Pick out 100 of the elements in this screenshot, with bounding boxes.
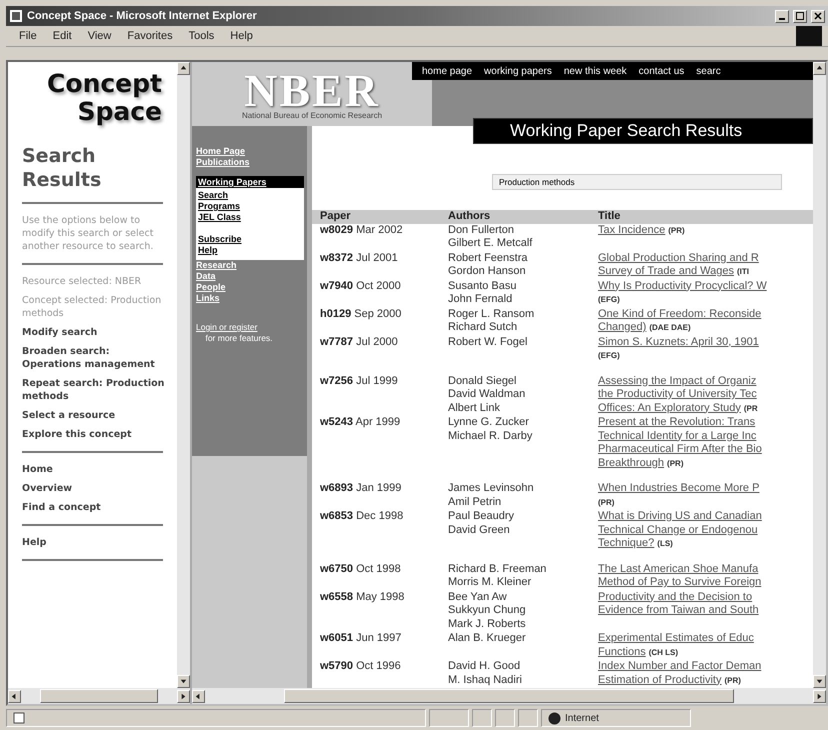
top-nav-link[interactable]: searc bbox=[696, 66, 721, 76]
title-link[interactable]: When Industries Become More P bbox=[598, 482, 813, 496]
title-link[interactable]: Survey of Trade and Wages (ITI bbox=[598, 265, 813, 278]
author-name: Mark J. Roberts bbox=[448, 618, 527, 631]
scroll-left-button[interactable] bbox=[8, 690, 21, 702]
scroll-right-button[interactable] bbox=[177, 690, 190, 702]
scroll-down-button[interactable] bbox=[813, 675, 826, 688]
title-link[interactable]: One Kind of Freedom: Reconside bbox=[598, 308, 813, 321]
paper-cell-text: w7940 Oct 2000 bbox=[320, 280, 402, 293]
title-link[interactable]: Technical Change or Endogenou bbox=[598, 524, 813, 537]
author-name: Alan B. Krueger bbox=[448, 632, 527, 646]
maximize-button[interactable] bbox=[793, 10, 807, 22]
title-link[interactable]: Simon S. Kuznets: April 30, 1901 bbox=[598, 336, 813, 349]
top-nav-link[interactable]: contact us bbox=[638, 66, 684, 76]
scroll-right-button[interactable] bbox=[813, 690, 826, 702]
paper-cell-text: w6051 Jun 1997 bbox=[320, 632, 402, 646]
menu-item[interactable]: File bbox=[12, 30, 44, 42]
title-link[interactable]: Changed) (DAE DAE) bbox=[598, 321, 813, 334]
close-button[interactable] bbox=[811, 10, 825, 22]
title-link[interactable]: Present at the Revolution: Trans bbox=[598, 416, 813, 430]
menu-item[interactable]: Help bbox=[223, 30, 260, 42]
submenu-link[interactable]: JEL Class bbox=[198, 212, 302, 223]
scroll-thumb[interactable] bbox=[40, 689, 158, 703]
scrollbar[interactable] bbox=[177, 62, 190, 688]
menu-item[interactable]: Favorites bbox=[120, 30, 180, 42]
horizontal-scrollbar[interactable] bbox=[192, 688, 826, 704]
author-name: Gordon Hanson bbox=[448, 265, 527, 278]
paper-cell-text: w8372 Jul 2001 bbox=[320, 252, 399, 265]
side-link[interactable]: Links bbox=[196, 293, 307, 304]
side-link[interactable]: Home Page bbox=[196, 146, 307, 157]
author-name: Sukkyun Chung bbox=[448, 604, 527, 618]
author-name: Paul Beaudry bbox=[448, 510, 516, 524]
title-link[interactable]: The Last American Shoe Manufa bbox=[598, 562, 813, 576]
section-link[interactable]: Working Papers bbox=[196, 176, 304, 188]
program-tag: (PR) bbox=[598, 496, 813, 509]
program-tag: (PR) bbox=[724, 674, 741, 687]
scroll-up-button[interactable] bbox=[177, 62, 190, 75]
browser-icon bbox=[9, 9, 23, 23]
minimize-button[interactable] bbox=[775, 10, 789, 22]
paper-cell-text: w6893 Jan 1999 bbox=[320, 482, 402, 496]
title-link[interactable]: Pharmaceutical Firm After the Bio bbox=[598, 443, 813, 456]
title-link[interactable]: Global Production Sharing and R bbox=[598, 252, 813, 265]
title-link[interactable]: Tax Incidence (PR) bbox=[598, 224, 813, 237]
submenu-link[interactable]: Help bbox=[198, 245, 302, 256]
action-link[interactable]: Repeat search: Production methods bbox=[22, 377, 169, 403]
submenu-link[interactable]: Programs bbox=[198, 201, 302, 212]
action-link[interactable]: Select a resource bbox=[22, 409, 169, 422]
paper-cell-text: w7256 Jul 1999 bbox=[320, 374, 399, 388]
nav-link[interactable]: Home bbox=[22, 463, 169, 476]
author-name: Michael R. Darby bbox=[448, 430, 534, 443]
scroll-left-button[interactable] bbox=[192, 690, 205, 702]
title-link[interactable]: Method of Pay to Survive Foreign bbox=[598, 576, 813, 590]
scroll-up-button[interactable] bbox=[813, 62, 826, 75]
menu-item[interactable]: View bbox=[80, 30, 118, 42]
scrollbar[interactable] bbox=[813, 62, 826, 688]
status-pane bbox=[518, 709, 538, 727]
intro-text: Use the options below to modify this search or select another resource to search. bbox=[22, 214, 154, 253]
maximize-icon bbox=[796, 12, 804, 20]
title-link[interactable]: the Productivity of University Tec bbox=[598, 388, 813, 402]
action-link[interactable]: Modify search bbox=[22, 326, 169, 339]
title-link[interactable]: Productivity and the Decision to bbox=[598, 590, 813, 604]
title-link[interactable]: Assessing the Impact of Organiz bbox=[598, 374, 813, 388]
author-name: Don Fullerton bbox=[448, 224, 516, 237]
menu-item[interactable]: Edit bbox=[46, 30, 79, 42]
author-name: M. Ishaq Nadiri bbox=[448, 674, 523, 687]
paper-cell-text: w6750 Oct 1998 bbox=[320, 562, 402, 576]
title-link[interactable]: Technique? (LS) bbox=[598, 537, 813, 550]
program-tag: (PR) bbox=[668, 224, 685, 237]
title-link[interactable]: Why Is Productivity Procyclical? W bbox=[598, 280, 813, 293]
action-link[interactable]: Broaden search: Operations management bbox=[22, 345, 169, 371]
title-link[interactable]: Estimation of Productivity (PR) bbox=[598, 674, 813, 687]
title-link[interactable]: What is Driving US and Canadian bbox=[598, 510, 813, 524]
side-link[interactable]: Research bbox=[196, 260, 307, 271]
search-field[interactable]: Production methods bbox=[492, 174, 782, 190]
author-name: David Waldman bbox=[448, 388, 526, 402]
title-link[interactable]: Experimental Estimates of Educ bbox=[598, 632, 813, 646]
title-link[interactable]: Index Number and Factor Deman bbox=[598, 660, 813, 674]
nav-link[interactable]: Overview bbox=[22, 482, 169, 495]
author-name: Bee Yan Aw bbox=[448, 590, 508, 604]
nav-link[interactable]: Find a concept bbox=[22, 501, 169, 514]
submenu-link[interactable]: Search bbox=[198, 190, 302, 201]
submenu-link[interactable]: Subscribe bbox=[198, 223, 302, 245]
scroll-down-button[interactable] bbox=[177, 675, 190, 688]
menu-item[interactable]: Tools bbox=[182, 30, 222, 42]
title-link[interactable]: Evidence from Taiwan and South bbox=[598, 604, 813, 618]
help-link[interactable]: Help bbox=[22, 536, 169, 549]
top-nav-link[interactable]: new this week bbox=[564, 66, 627, 76]
title-link[interactable]: Technical Identity for a Large Inc bbox=[598, 430, 813, 443]
side-link[interactable]: People bbox=[196, 282, 307, 293]
top-nav-link[interactable]: home page bbox=[422, 66, 472, 76]
scroll-thumb[interactable] bbox=[284, 689, 734, 703]
side-link[interactable]: Publications bbox=[196, 157, 307, 168]
title-link[interactable]: Breakthrough (PR) bbox=[598, 456, 813, 470]
title-link[interactable]: Functions (CH LS) bbox=[598, 646, 813, 659]
horizontal-scrollbar[interactable] bbox=[8, 688, 190, 704]
login-link[interactable]: Login or register bbox=[196, 322, 258, 332]
top-nav-link[interactable]: working papers bbox=[484, 66, 552, 76]
side-link[interactable]: Data bbox=[196, 271, 307, 282]
action-link[interactable]: Explore this concept bbox=[22, 428, 169, 441]
title-link[interactable]: Offices: An Exploratory Study (PR bbox=[598, 402, 813, 415]
